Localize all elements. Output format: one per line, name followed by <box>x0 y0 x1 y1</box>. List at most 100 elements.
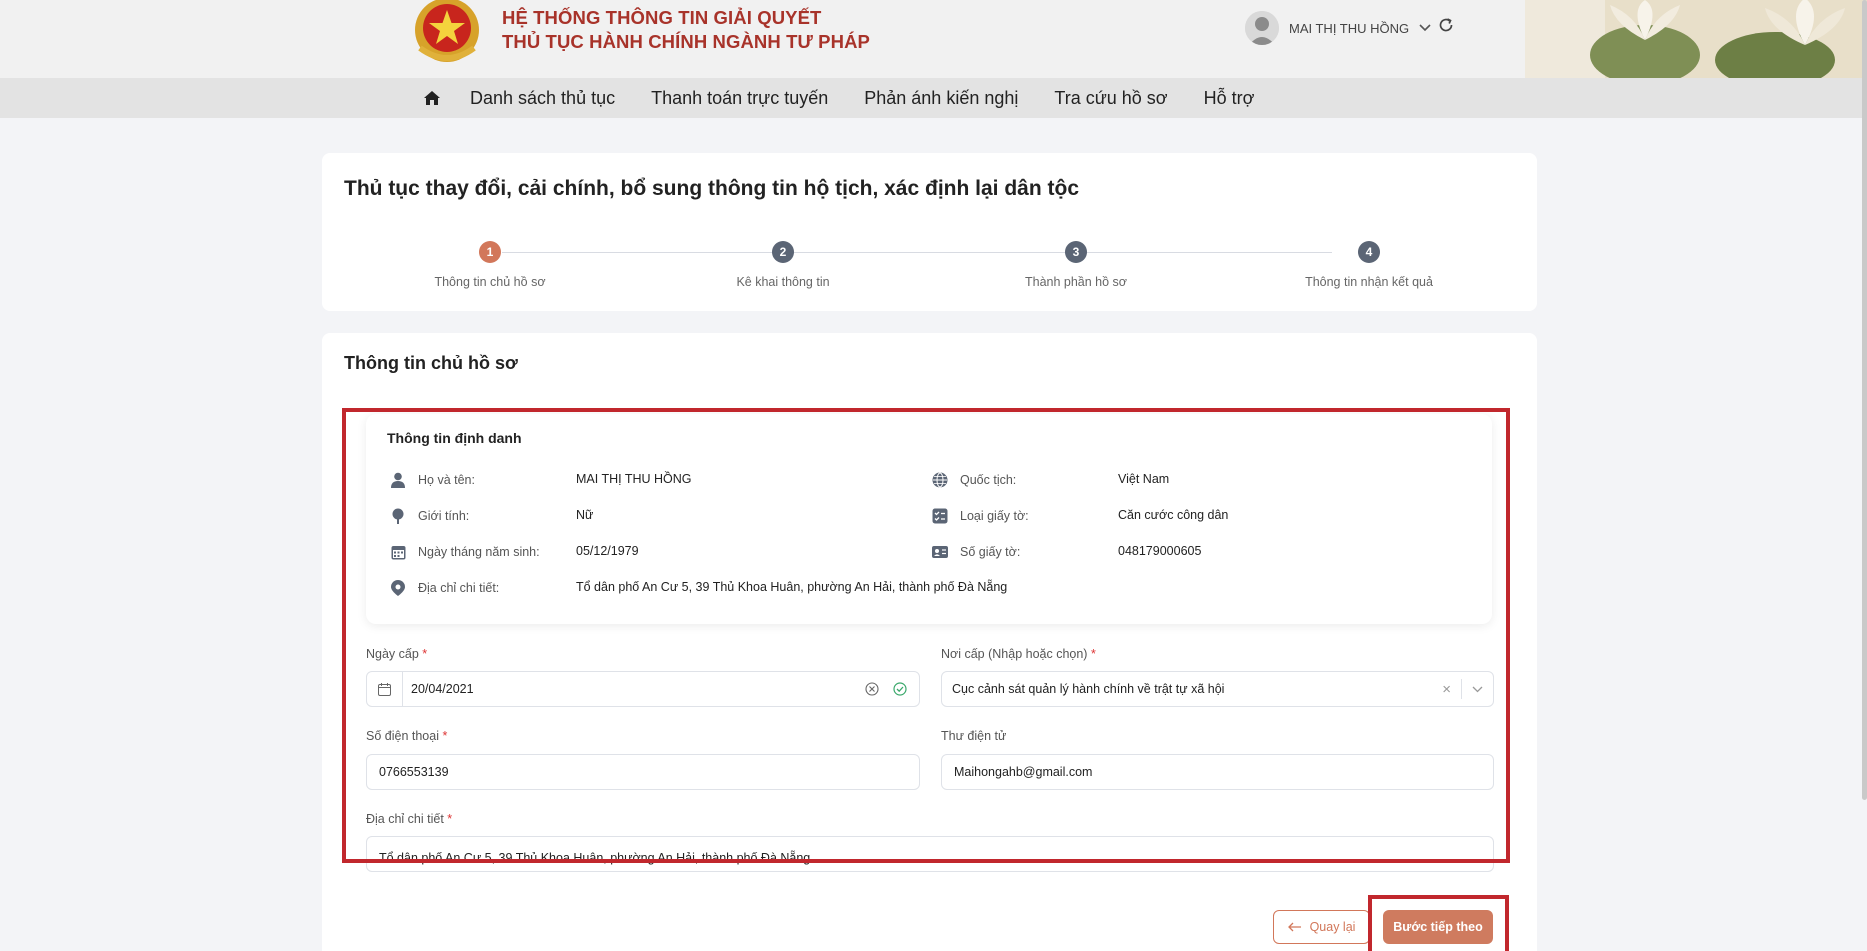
procedure-card: Thủ tục thay đổi, cải chính, bổ sung thô… <box>322 153 1537 311</box>
gender-row: Giới tính: <box>390 508 469 524</box>
person-icon <box>390 472 406 488</box>
system-title: HỆ THỐNG THÔNG TIN GIẢI QUYẾT THỦ TỤC HÀ… <box>502 6 870 54</box>
nav-item-lookup[interactable]: Tra cứu hồ sơ <box>1054 88 1167 109</box>
clear-icon[interactable]: × <box>1442 681 1451 698</box>
back-button[interactable]: Quay lại <box>1273 910 1370 944</box>
page-title: Thủ tục thay đổi, cải chính, bổ sung thô… <box>344 177 1079 200</box>
calendar-icon <box>390 544 406 560</box>
step-label: Thành phần hồ sơ <box>1024 275 1128 289</box>
main-nav: Danh sách thủ tục Thanh toán trực tuyến … <box>0 78 1867 118</box>
step-label: Thông tin nhận kết quả <box>1305 275 1433 289</box>
system-title-line1: HỆ THỐNG THÔNG TIN GIẢI QUYẾT <box>502 7 822 28</box>
next-step-button[interactable]: Bước tiếp theo <box>1383 910 1493 944</box>
phone-label-text: Số điện thoại <box>366 729 439 743</box>
step-label: Kê khai thông tin <box>736 275 830 289</box>
nav-item-procedures[interactable]: Danh sách thủ tục <box>470 88 615 109</box>
detail-address-label-text: Địa chỉ chi tiết <box>366 812 444 826</box>
doc-type-row: Loại giấy tờ: <box>932 508 1029 524</box>
step-2[interactable]: 2 Kê khai thông tin <box>683 235 883 289</box>
step-4[interactable]: 4 Thông tin nhận kết quả <box>1269 235 1469 289</box>
identity-title: Thông tin định danh <box>387 430 522 446</box>
address-label: Địa chỉ chi tiết: <box>418 581 500 595</box>
next-step-button-label: Bước tiếp theo <box>1393 920 1483 934</box>
step-number: 4 <box>1358 241 1380 263</box>
email-value: Maihongahb@gmail.com <box>954 765 1093 779</box>
globe-icon <box>932 472 948 488</box>
lotus-decoration-image <box>1525 0 1867 78</box>
home-icon[interactable] <box>422 88 442 108</box>
issue-date-label: Ngày cấp * <box>366 647 427 661</box>
nationality-label: Quốc tịch: <box>960 473 1017 487</box>
calendar-icon[interactable] <box>367 672 403 706</box>
step-3[interactable]: 3 Thành phần hồ sơ <box>976 235 1176 289</box>
system-title-line2: THỦ TỤC HÀNH CHÍNH NGÀNH TƯ PHÁP <box>502 31 870 52</box>
detail-address-value: Tổ dân phố An Cư 5, 39 Thủ Khoa Huân, ph… <box>379 851 811 865</box>
doc-type-value: Căn cước công dân <box>1118 508 1229 522</box>
identity-card: Thông tin định danh Họ và tên: MAI THỊ T… <box>366 414 1492 624</box>
gender-value: Nữ <box>576 508 594 522</box>
issue-date-label-text: Ngày cấp <box>366 647 419 661</box>
section-title: Thông tin chủ hồ sơ <box>344 353 518 373</box>
detail-address-input[interactable]: Tổ dân phố An Cư 5, 39 Thủ Khoa Huân, ph… <box>366 836 1494 872</box>
address-row: Địa chỉ chi tiết: <box>390 580 499 596</box>
nationality-value: Việt Nam <box>1118 472 1170 486</box>
email-label: Thư điện tử <box>941 729 1006 743</box>
select-divider <box>1461 679 1462 699</box>
gender-label: Giới tính: <box>418 509 470 523</box>
doc-number-value: 048179000605 <box>1118 544 1202 558</box>
full-name-label: Họ và tên: <box>418 473 475 487</box>
national-emblem-icon <box>415 0 479 62</box>
doc-number-row: Số giấy tờ: <box>932 544 1020 560</box>
full-name-value: MAI THỊ THU HỒNG <box>576 472 692 486</box>
dob-value: 05/12/1979 <box>576 544 639 558</box>
chevron-down-icon[interactable] <box>1472 686 1483 693</box>
valid-check-icon <box>893 682 907 696</box>
stepper: 1 Thông tin chủ hồ sơ 2 Kê khai thông ti… <box>322 235 1537 295</box>
issue-place-select[interactable]: Cục cảnh sát quản lý hành chính về trật … <box>941 671 1494 707</box>
required-mark: * <box>1090 647 1096 661</box>
top-header: HỆ THỐNG THÔNG TIN GIẢI QUYẾT THỦ TỤC HÀ… <box>0 0 1867 78</box>
arrow-left-icon <box>1287 922 1302 932</box>
chevron-down-icon <box>1419 21 1431 35</box>
doc-type-label: Loại giấy tờ: <box>960 509 1029 523</box>
issue-place-value: Cục cảnh sát quản lý hành chính về trật … <box>952 682 1225 696</box>
refresh-icon[interactable] <box>1437 16 1455 39</box>
user-avatar-icon <box>1245 11 1279 45</box>
required-mark: * <box>422 647 428 661</box>
phone-input[interactable]: 0766553139 <box>366 754 920 790</box>
nav-item-feedback[interactable]: Phản ánh kiến nghị <box>864 88 1018 109</box>
dob-label: Ngày tháng năm sinh: <box>418 545 540 559</box>
avatar <box>1245 11 1279 45</box>
user-name: MAI THỊ THU HỒNG <box>1289 20 1410 36</box>
stepper-line <box>502 252 1332 253</box>
issue-place-label: Nơi cấp (Nhập hoặc chọn) * <box>941 647 1096 661</box>
full-name-row: Họ và tên: <box>390 472 475 488</box>
user-menu[interactable]: MAI THỊ THU HỒNG <box>1245 10 1431 46</box>
doc-number-label: Số giấy tờ: <box>960 545 1021 559</box>
phone-label: Số điện thoại * <box>366 729 447 743</box>
email-label-text: Thư điện tử <box>941 729 1007 743</box>
step-number: 1 <box>479 241 501 263</box>
issue-place-label-text: Nơi cấp (Nhập hoặc chọn) <box>941 647 1088 661</box>
location-pin-icon <box>390 580 406 596</box>
detail-address-label: Địa chỉ chi tiết * <box>366 812 452 826</box>
required-mark: * <box>447 812 453 826</box>
clear-icon[interactable] <box>865 682 879 696</box>
nationality-row: Quốc tịch: <box>932 472 1016 488</box>
id-card-icon <box>932 544 948 560</box>
phone-value: 0766553139 <box>379 765 449 779</box>
gender-icon <box>390 508 406 524</box>
scrollbar[interactable] <box>1862 0 1867 800</box>
checklist-icon <box>932 508 948 524</box>
nav-item-online-payment[interactable]: Thanh toán trực tuyến <box>651 88 828 109</box>
email-input[interactable]: Maihongahb@gmail.com <box>941 754 1494 790</box>
back-button-label: Quay lại <box>1309 920 1356 934</box>
required-mark: * <box>442 729 448 743</box>
nav-item-support[interactable]: Hỗ trợ <box>1204 88 1255 109</box>
step-number: 3 <box>1065 241 1087 263</box>
address-value: Tổ dân phố An Cư 5, 39 Thủ Khoa Huân, ph… <box>576 580 1008 594</box>
issue-date-value: 20/04/2021 <box>411 682 474 696</box>
step-label: Thông tin chủ hồ sơ <box>434 275 546 289</box>
step-1[interactable]: 1 Thông tin chủ hồ sơ <box>390 235 590 289</box>
issue-date-field[interactable]: 20/04/2021 <box>366 671 920 707</box>
